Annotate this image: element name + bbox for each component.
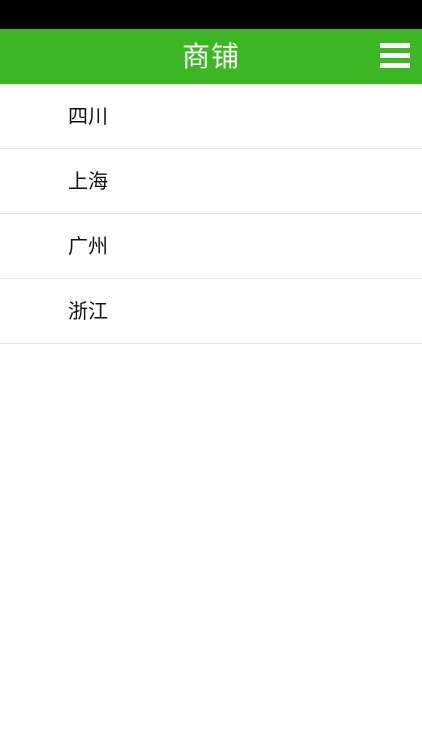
list-item-label: 四川 bbox=[68, 104, 108, 128]
hamburger-menu-icon bbox=[380, 43, 410, 48]
list-item-shanghai[interactable]: 上海 bbox=[0, 149, 422, 214]
status-bar bbox=[0, 0, 422, 29]
menu-button[interactable] bbox=[378, 41, 412, 71]
list-item-zhejiang[interactable]: 浙江 bbox=[0, 279, 422, 344]
hamburger-menu-icon-bar bbox=[380, 53, 410, 58]
list-item-label: 上海 bbox=[68, 169, 108, 193]
region-list: 四川 上海 广州 浙江 bbox=[0, 84, 422, 344]
list-item-label: 浙江 bbox=[68, 299, 108, 323]
app-header: 商铺 bbox=[0, 29, 422, 84]
page-title: 商铺 bbox=[181, 40, 240, 73]
list-item-guangzhou[interactable]: 广州 bbox=[0, 214, 422, 279]
list-item-sichuan[interactable]: 四川 bbox=[0, 84, 422, 149]
list-item-label: 广州 bbox=[68, 234, 108, 258]
hamburger-menu-icon-bar bbox=[380, 63, 410, 68]
